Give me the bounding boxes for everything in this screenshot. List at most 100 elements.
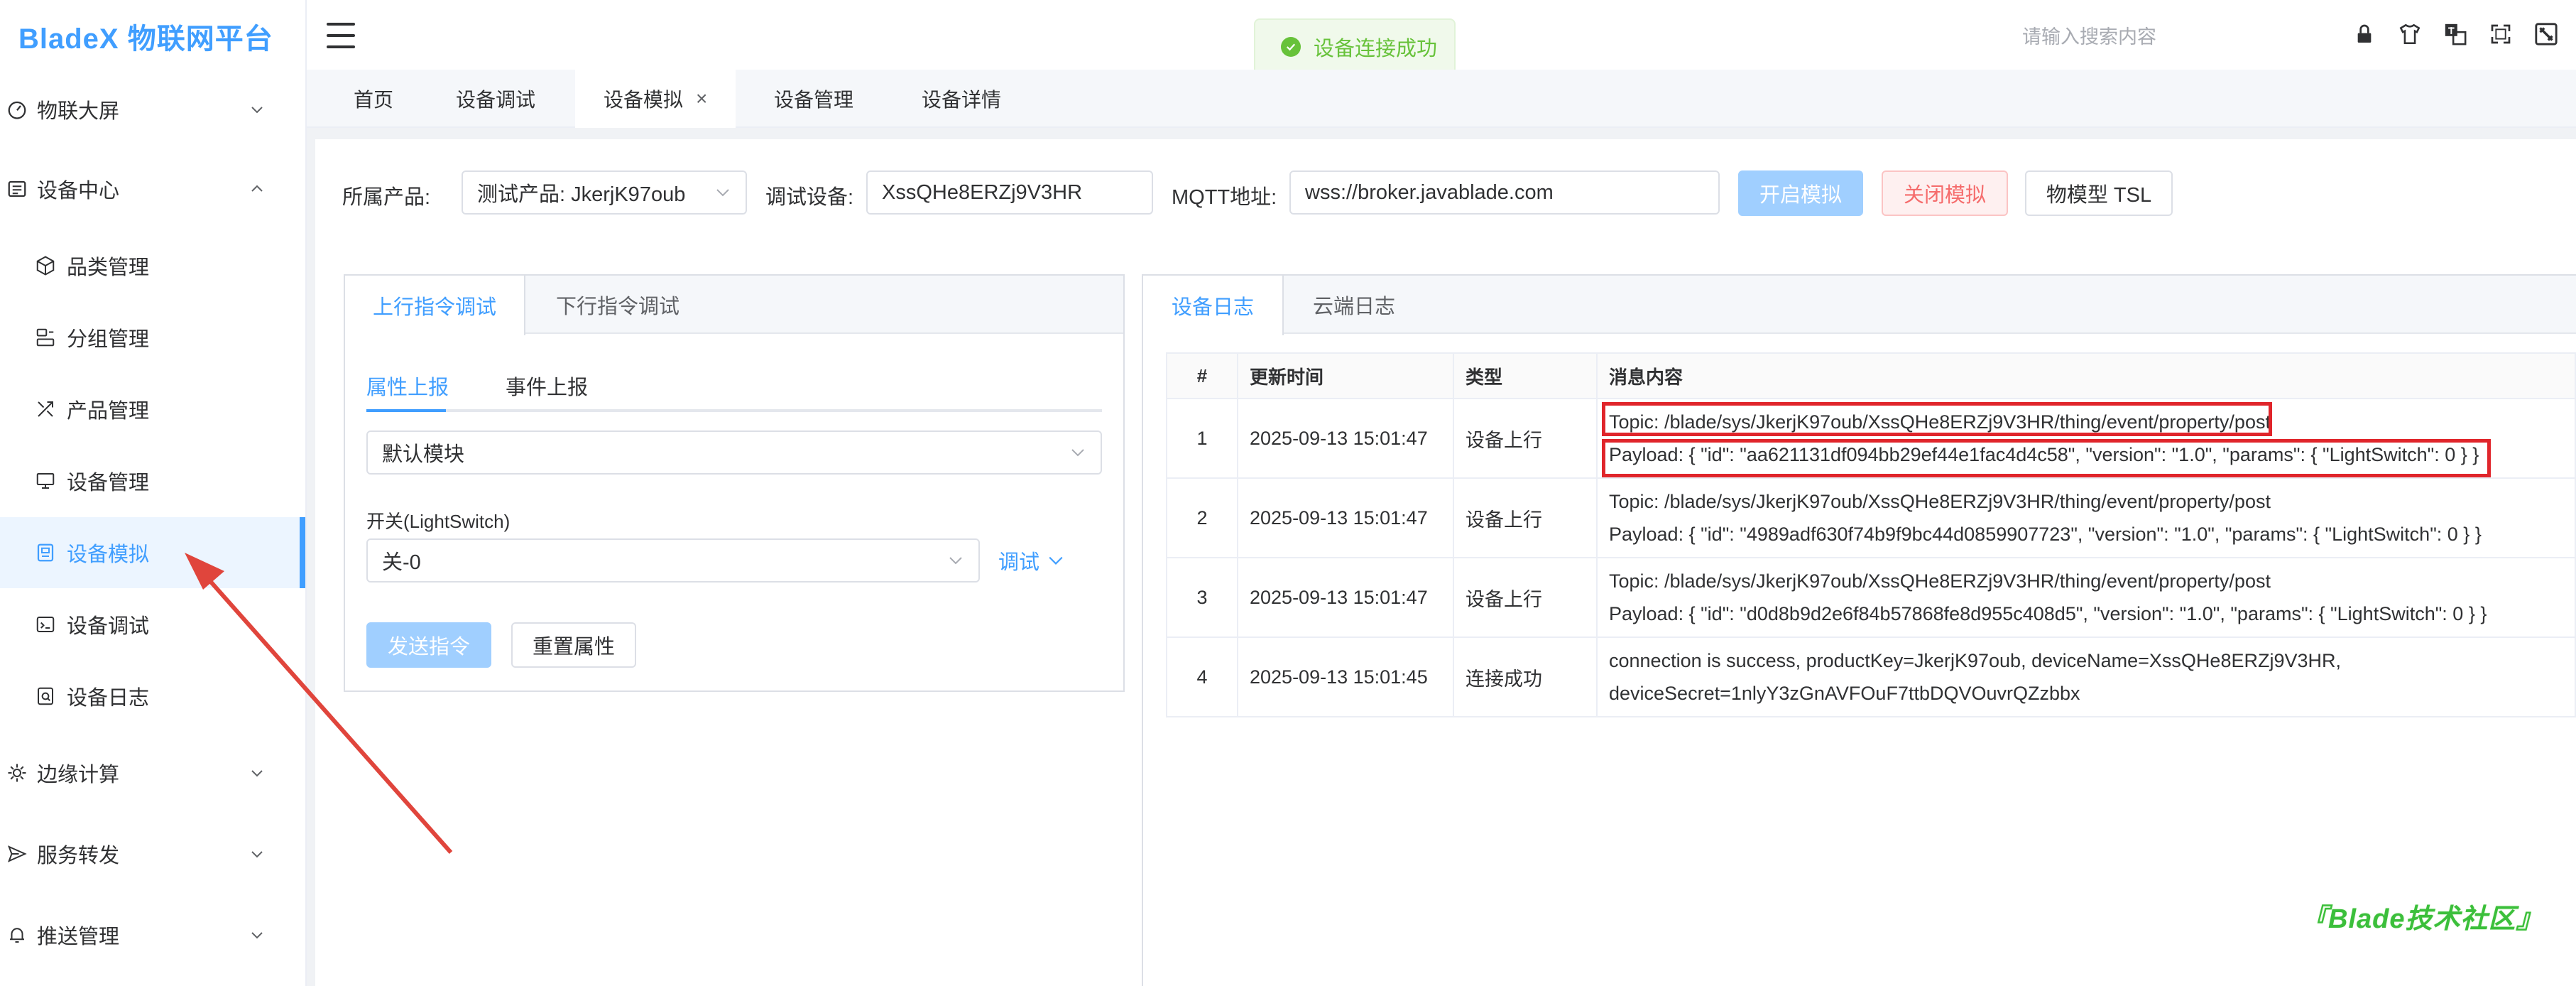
sidebar-item-device-center[interactable]: 设备中心: [0, 153, 305, 224]
sidebar-item-device-manage[interactable]: 设备管理: [0, 445, 305, 516]
fullscreen-icon[interactable]: [2487, 20, 2515, 48]
row-message: connection is success, productKey=JkerjK…: [1596, 636, 2576, 717]
message-secret: deviceSecret=1nlyY3zGnAVFOuF7ttbDQVOuvrQ…: [1609, 683, 2080, 704]
col-header-index: #: [1166, 352, 1238, 399]
row-index: 2: [1166, 477, 1238, 558]
chevron-down-icon: [949, 557, 962, 565]
row-time: 2025-09-13 15:01:45: [1237, 636, 1454, 717]
row-type: 设备上行: [1453, 477, 1598, 558]
switch-label: 开关(LightSwitch): [366, 511, 511, 532]
device-center-icon: [6, 178, 28, 200]
tab-downlink-debug[interactable]: 下行指令调试: [525, 276, 710, 334]
subtab-event-report[interactable]: 事件上报: [506, 371, 588, 401]
subtab-divider: [366, 409, 1102, 412]
menu-toggle-icon[interactable]: [327, 23, 355, 48]
close-icon[interactable]: ×: [696, 87, 707, 110]
debug-dropdown[interactable]: 调试: [998, 546, 1064, 575]
lock-icon[interactable]: [2350, 20, 2379, 48]
sidebar-item-label: 设备中心: [37, 180, 120, 202]
tab-device-detail[interactable]: 设备详情: [922, 70, 1001, 128]
message-topic: Topic: /blade/sys/JkerjK97oub/XssQHe8ERZ…: [1609, 570, 2271, 592]
mqtt-input[interactable]: wss://broker.javablade.com: [1289, 170, 1720, 215]
sidebar-item-label: 设备模拟: [67, 543, 150, 566]
topic-highlight-box: [1602, 402, 2272, 436]
tab-label: 设备模拟: [604, 89, 684, 111]
col-header-type: 类型: [1453, 352, 1598, 399]
mqtt-label: MQTT地址:: [1172, 186, 1277, 209]
chevron-down-icon: [1071, 449, 1084, 457]
sidebar-item-label: 边缘计算: [37, 764, 120, 786]
row-time: 2025-09-13 15:01:47: [1237, 557, 1454, 638]
tab-cloud-log[interactable]: 云端日志: [1284, 276, 1424, 334]
group-icon: [34, 326, 57, 349]
log-icon: [34, 685, 57, 708]
log-tabs: 设备日志 云端日志: [1143, 276, 2576, 335]
sidebar-item-label: 分组管理: [67, 328, 150, 351]
mqtt-input-value: wss://broker.javablade.com: [1305, 180, 1554, 204]
annotation-arrow: [185, 553, 453, 854]
theme-shirt-icon[interactable]: [2396, 20, 2424, 48]
sidebar-item-product[interactable]: 产品管理: [0, 374, 305, 445]
settings-tool-icon[interactable]: [2532, 20, 2560, 48]
tab-device-log[interactable]: 设备日志: [1143, 276, 1284, 335]
cube-icon: [34, 254, 57, 277]
sidebar-item-push[interactable]: 推送管理: [0, 899, 305, 970]
bell-icon: [6, 923, 28, 946]
language-icon[interactable]: [2441, 20, 2469, 48]
row-index: 1: [1166, 398, 1238, 479]
tab-home[interactable]: 首页: [354, 70, 393, 128]
sidebar-item-dashboard[interactable]: 物联大屏: [0, 74, 305, 145]
sidebar-item-label: 设备日志: [67, 687, 150, 710]
sidebar-item-label: 服务转发: [37, 845, 120, 867]
community-watermark: 『Blade技术社区』: [2301, 904, 2544, 934]
message-topic: Topic: /blade/sys/JkerjK97oub/XssQHe8ERZ…: [1609, 491, 2271, 512]
module-select[interactable]: 默认模块: [366, 430, 1102, 475]
simulate-icon: [34, 541, 57, 564]
row-time: 2025-09-13 15:01:47: [1237, 477, 1454, 558]
tab-label: 设备调试: [456, 89, 536, 111]
sidebar-item-label: 物联大屏: [37, 100, 120, 123]
reset-properties-button[interactable]: 重置属性: [511, 622, 636, 668]
message-payload: Payload: { "id": "4989adf630f74b9f9bc44d…: [1609, 524, 2482, 545]
table-row: 2 2025-09-13 15:01:47 设备上行 Topic: /blade…: [1166, 477, 2576, 558]
sidebar-item-group[interactable]: 分组管理: [0, 302, 305, 373]
row-type: 设备上行: [1453, 398, 1598, 479]
row-index: 3: [1166, 557, 1238, 638]
sidebar-item-category[interactable]: 品类管理: [0, 230, 305, 301]
product-select-value: 测试产品: JkerjK97oub: [477, 183, 686, 206]
device-label: 调试设备:: [765, 186, 854, 209]
tab-label: 首页: [354, 89, 394, 111]
start-simulation-button[interactable]: 开启模拟: [1738, 170, 1863, 216]
search-input[interactable]: 请输入搜索内容: [2022, 21, 2156, 49]
row-type: 设备上行: [1453, 557, 1598, 638]
device-input[interactable]: XssQHe8ERZj9V3HR: [866, 170, 1153, 215]
subtab-property-report[interactable]: 属性上报: [366, 371, 449, 401]
dashboard-icon: [6, 98, 28, 121]
row-message: Topic: /blade/sys/JkerjK97oub/XssQHe8ERZ…: [1596, 477, 2576, 558]
tab-label: 设备详情: [922, 89, 1002, 111]
monitor-icon: [34, 470, 57, 492]
chevron-down-icon: [716, 189, 729, 197]
col-header-message: 消息内容: [1596, 352, 2576, 399]
sidebar-item-label: 设备调试: [67, 615, 150, 638]
stop-simulation-button[interactable]: 关闭模拟: [1882, 170, 2008, 216]
app-logo: BladeX 物联网平台: [18, 23, 273, 55]
row-type: 连接成功: [1453, 636, 1598, 717]
product-icon: [34, 398, 57, 421]
tab-device-debug[interactable]: 设备调试: [456, 70, 535, 128]
tab-device-manage[interactable]: 设备管理: [774, 70, 853, 128]
tab-bar: 首页 设备调试 设备模拟 × 设备管理 设备详情: [307, 70, 2576, 128]
table-row: 3 2025-09-13 15:01:47 设备上行 Topic: /blade…: [1166, 557, 2576, 638]
panel-tabs: 上行指令调试 下行指令调试: [345, 276, 1123, 335]
module-select-value: 默认模块: [382, 443, 465, 466]
product-label: 所属产品:: [342, 186, 431, 209]
row-time: 2025-09-13 15:01:47: [1237, 398, 1454, 479]
tab-uplink-debug[interactable]: 上行指令调试: [345, 276, 525, 335]
table-header-row: # 更新时间 类型 消息内容: [1166, 352, 2576, 399]
chevron-down-icon: [251, 107, 263, 114]
tsl-button[interactable]: 物模型 TSL: [2025, 170, 2173, 216]
chevron-down-icon: [251, 932, 263, 939]
sidebar-item-label: 品类管理: [67, 256, 150, 279]
product-select[interactable]: 测试产品: JkerjK97oub: [462, 170, 747, 215]
tab-device-simulate[interactable]: 设备模拟 ×: [575, 70, 736, 128]
